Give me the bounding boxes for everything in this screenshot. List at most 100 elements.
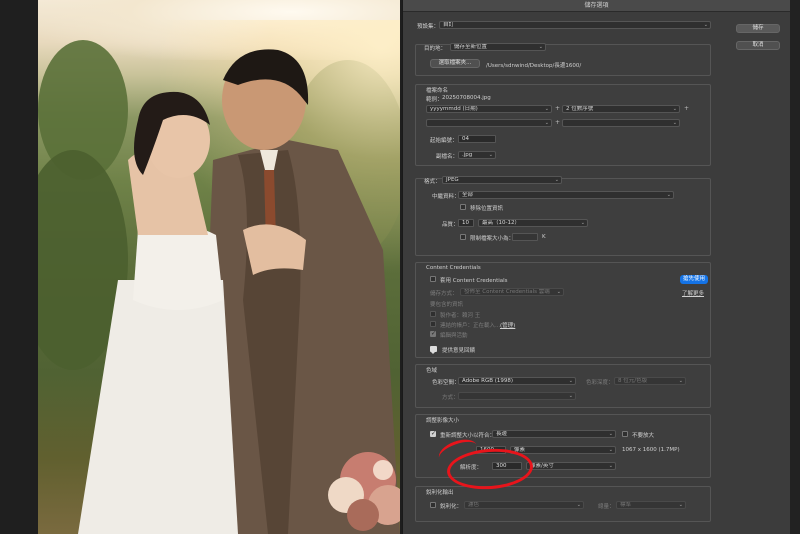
extension-value: .jpg [462,152,473,158]
format-label: 格式： [424,179,441,185]
content-credentials-title: Content Credentials [426,265,481,271]
intent-select[interactable]: ⌄ [458,392,576,400]
sharpen-amount-select[interactable]: 標準 ⌄ [616,501,686,509]
sharpen-group: 銳利化輸出 銳利化： 濾色 ⌄ 總量： 標準 ⌄ [415,486,711,522]
size-unit-select[interactable]: 像素 ⌄ [510,446,616,454]
plus-icon: + [555,119,561,126]
start-number-input[interactable]: 04 [458,135,496,143]
chevron-down-icon: ⌄ [666,192,671,198]
plus-icon: + [555,105,561,112]
save-mode-label: 儲存方式： [430,291,458,297]
chevron-down-icon: ⌄ [538,44,543,50]
color-space-value: Adobe RGB (1998) [462,378,514,384]
feedback-icon[interactable] [430,346,437,354]
metadata-value: 全部 [462,192,474,198]
apply-credentials-checkbox[interactable] [430,276,436,282]
destination-value: 儲存至新位置 [454,44,488,50]
sharpen-amount-label: 總量： [598,504,615,510]
file-naming-group: 檔案命名 範例： 20250708004.jpg yyyymmdd (日期) ⌄ … [415,84,711,166]
dont-enlarge-checkbox[interactable] [622,431,628,437]
remove-location-checkbox[interactable] [460,204,466,210]
chevron-down-icon: ⌄ [568,393,573,399]
dimensions-readout: 1067 x 1600 (1.7MP) [622,447,680,453]
chevron-down-icon: ⌄ [678,502,683,508]
sharpen-checkbox[interactable] [430,502,436,508]
choose-folder-button[interactable]: 選取檔案夾... [430,59,480,68]
color-space-label: 色彩空間： [432,380,460,386]
chevron-down-icon: ⌄ [608,431,613,437]
learn-more-link[interactable]: 了解更多 [682,289,704,297]
metadata-label: 中繼資料： [432,194,460,200]
quality-level-select[interactable]: 最高（10-12） ⌄ [478,219,588,227]
photo-preview [38,0,400,534]
chevron-down-icon: ⌄ [672,120,677,126]
feedback-label[interactable]: 提供意見回饋 [442,346,475,354]
naming-field-1[interactable]: yyyymmdd (日期) ⌄ [426,105,552,113]
window-edge [790,0,800,534]
quality-input[interactable]: 10 [458,219,474,227]
chevron-down-icon: ⌄ [678,378,683,384]
limit-size-label: 限制檔案大小為： [470,236,515,242]
limit-size-input[interactable] [512,233,538,241]
chevron-down-icon: ⌄ [580,220,585,226]
destination-label: 目的地： [424,46,447,52]
limit-size-checkbox[interactable] [460,234,466,240]
color-depth-value: 8 位元/色版 [618,378,648,384]
content-credentials-group: Content Credentials 套用 Content Credentia… [415,262,711,358]
destination-select[interactable]: 儲存至新位置 ⌄ [450,43,546,51]
color-space-title: 色域 [426,368,438,374]
resize-title: 調整影像大小 [426,418,460,424]
color-space-select[interactable]: Adobe RGB (1998) ⌄ [458,377,576,385]
cancel-button[interactable]: 取消 [736,41,780,50]
resolution-unit-select[interactable]: 像素/英寸 ⌄ [526,462,616,470]
limit-size-unit: K [542,234,546,240]
remove-location-label: 移除位置資訊 [470,206,504,212]
quality-level-value: 最高（10-12） [482,220,520,226]
preset-label: 預設集： [417,24,440,30]
plus-icon: + [684,105,690,112]
sharpen-label: 銳利化： [440,504,463,510]
couple-illustration [78,49,400,534]
chevron-down-icon: ⌄ [544,120,549,126]
format-select[interactable]: JPEG ⌄ [442,176,562,184]
save-button[interactable]: 儲存 [736,24,780,33]
linked-accounts-label: 連結的帳戶：正在載入... [440,323,501,329]
dont-enlarge-label: 不要放大 [632,433,655,439]
sharpen-value: 濾色 [468,502,480,508]
naming-field-4[interactable]: ⌄ [562,119,680,127]
naming-field-2-value: 2 位數序號 [566,106,594,112]
chevron-down-icon: ⌄ [608,463,613,469]
chevron-down-icon: ⌄ [608,447,613,453]
resize-to-fit-label: 重新調整大小以符合： [440,433,496,439]
destination-group: 目的地： 儲存至新位置 ⌄ 選取檔案夾... /Users/sdnwind/Des… [415,43,711,76]
save-mode-value: 發佈至 Content Credentials 雲端 [464,289,550,295]
chevron-down-icon: ⌄ [544,106,549,112]
chevron-down-icon: ⌄ [576,502,581,508]
manage-link[interactable]: (管理) [500,321,515,329]
save-mode-select[interactable]: 發佈至 Content Credentials 雲端 ⌄ [460,288,564,296]
resize-fit-select[interactable]: 長邊 ⌄ [492,430,616,438]
screen: 儲存選項 預設集： 自訂 ⌄ 儲存 取消 目的地： 儲存至新位置 ⌄ 選取檔案夾..… [0,0,800,534]
extension-label: 副檔名： [436,154,459,160]
chevron-down-icon: ⌄ [568,378,573,384]
naming-field-3[interactable]: ⌄ [426,119,552,127]
example-label: 範例： [426,97,443,103]
linked-accounts-checkbox[interactable] [430,321,436,327]
naming-field-2[interactable]: 2 位數序號 ⌄ [562,105,680,113]
preset-select[interactable]: 自訂 ⌄ [439,21,711,29]
producer-label: 製作者：賴河 王 [440,313,481,319]
canvas-margin-left [0,0,38,534]
color-space-group: 色域 色彩空間： Adobe RGB (1998) ⌄ 色彩深度： 8 位元/色版… [415,364,711,408]
format-value: JPEG [446,177,459,183]
history-checkbox[interactable] [430,330,436,337]
resize-to-fit-checkbox[interactable] [430,430,436,437]
chevron-down-icon: ⌄ [556,289,561,295]
chevron-down-icon: ⌄ [703,22,708,28]
chevron-down-icon: ⌄ [672,106,677,112]
extension-select[interactable]: .jpg ⌄ [458,151,496,159]
early-access-button[interactable]: 搶先使用 [680,275,708,284]
producer-checkbox[interactable] [430,311,436,317]
color-depth-select[interactable]: 8 位元/色版 ⌄ [614,377,686,385]
metadata-select[interactable]: 全部 ⌄ [458,191,674,199]
sharpen-select[interactable]: 濾色 ⌄ [464,501,584,509]
